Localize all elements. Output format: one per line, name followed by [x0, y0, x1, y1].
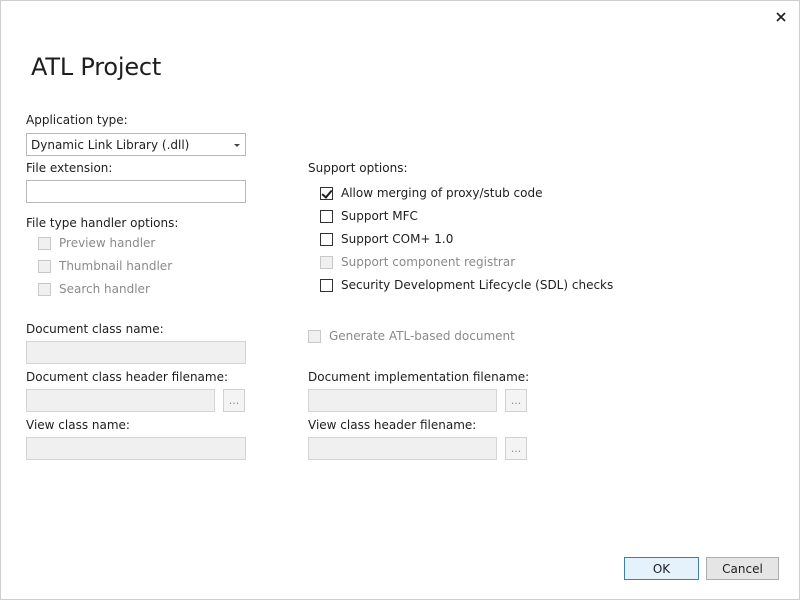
- close-button[interactable]: [771, 7, 791, 27]
- file-type-handler-label: File type handler options:: [26, 216, 179, 230]
- support-com-plus-label: Support COM+ 1.0: [341, 232, 454, 246]
- application-type-label: Application type:: [26, 113, 128, 127]
- sdl-checks-label: Security Development Lifecycle (SDL) che…: [341, 278, 614, 292]
- view-class-name-label: View class name:: [26, 418, 130, 432]
- allow-merging-option[interactable]: Allow merging of proxy/stub code: [320, 186, 542, 200]
- document-header-browse-button[interactable]: ...: [223, 389, 245, 412]
- view-header-browse-button[interactable]: ...: [505, 437, 527, 460]
- chevron-down-icon: [234, 144, 240, 147]
- checkmark-icon: [321, 186, 333, 199]
- support-mfc-option[interactable]: Support MFC: [320, 209, 418, 223]
- atl-project-dialog: ATL Project Application type: Dynamic Li…: [0, 0, 800, 600]
- document-implementation-filename-input[interactable]: [308, 389, 497, 412]
- allow-merging-checkbox[interactable]: [320, 186, 333, 200]
- thumbnail-handler-label: Thumbnail handler: [59, 259, 173, 273]
- support-component-registrar-option[interactable]: Support component registrar: [320, 255, 515, 269]
- generate-atl-document-checkbox[interactable]: [308, 329, 321, 343]
- application-type-select[interactable]: Dynamic Link Library (.dll): [26, 133, 246, 156]
- preview-handler-option[interactable]: Preview handler: [38, 236, 155, 250]
- allow-merging-label: Allow merging of proxy/stub code: [341, 186, 543, 200]
- ok-button[interactable]: OK: [624, 557, 699, 580]
- cancel-button[interactable]: Cancel: [706, 557, 779, 580]
- application-type-value: Dynamic Link Library (.dll): [31, 137, 190, 152]
- support-mfc-checkbox[interactable]: [320, 209, 333, 223]
- view-header-filename-label: View class header filename:: [308, 418, 477, 432]
- document-class-name-label: Document class name:: [26, 322, 164, 336]
- thumbnail-handler-checkbox[interactable]: [38, 259, 51, 273]
- thumbnail-handler-option[interactable]: Thumbnail handler: [38, 259, 172, 273]
- sdl-checks-option[interactable]: Security Development Lifecycle (SDL) che…: [320, 278, 613, 292]
- document-class-name-input[interactable]: [26, 341, 246, 364]
- close-icon: [776, 12, 786, 22]
- support-com-plus-checkbox[interactable]: [320, 232, 333, 246]
- support-com-plus-option[interactable]: Support COM+ 1.0: [320, 232, 453, 246]
- preview-handler-checkbox[interactable]: [38, 236, 51, 250]
- search-handler-option[interactable]: Search handler: [38, 282, 150, 296]
- support-mfc-label: Support MFC: [341, 209, 418, 223]
- document-implementation-filename-label: Document implementation filename:: [308, 370, 530, 384]
- search-handler-checkbox[interactable]: [38, 282, 51, 296]
- preview-handler-label: Preview handler: [59, 236, 156, 250]
- view-class-name-input[interactable]: [26, 437, 246, 460]
- support-component-registrar-label: Support component registrar: [341, 255, 516, 269]
- generate-atl-document-label: Generate ATL-based document: [329, 329, 515, 343]
- search-handler-label: Search handler: [59, 282, 150, 296]
- file-extension-input[interactable]: [26, 180, 246, 203]
- document-header-filename-label: Document class header filename:: [26, 370, 229, 384]
- support-options-label: Support options:: [308, 161, 408, 175]
- support-component-registrar-checkbox[interactable]: [320, 255, 333, 269]
- document-header-filename-input[interactable]: [26, 389, 215, 412]
- sdl-checks-checkbox[interactable]: [320, 278, 333, 292]
- file-extension-label: File extension:: [26, 161, 113, 175]
- generate-atl-document-option[interactable]: Generate ATL-based document: [308, 329, 515, 343]
- dialog-title: ATL Project: [31, 53, 162, 81]
- document-implementation-browse-button[interactable]: ...: [505, 389, 527, 412]
- view-header-filename-input[interactable]: [308, 437, 497, 460]
